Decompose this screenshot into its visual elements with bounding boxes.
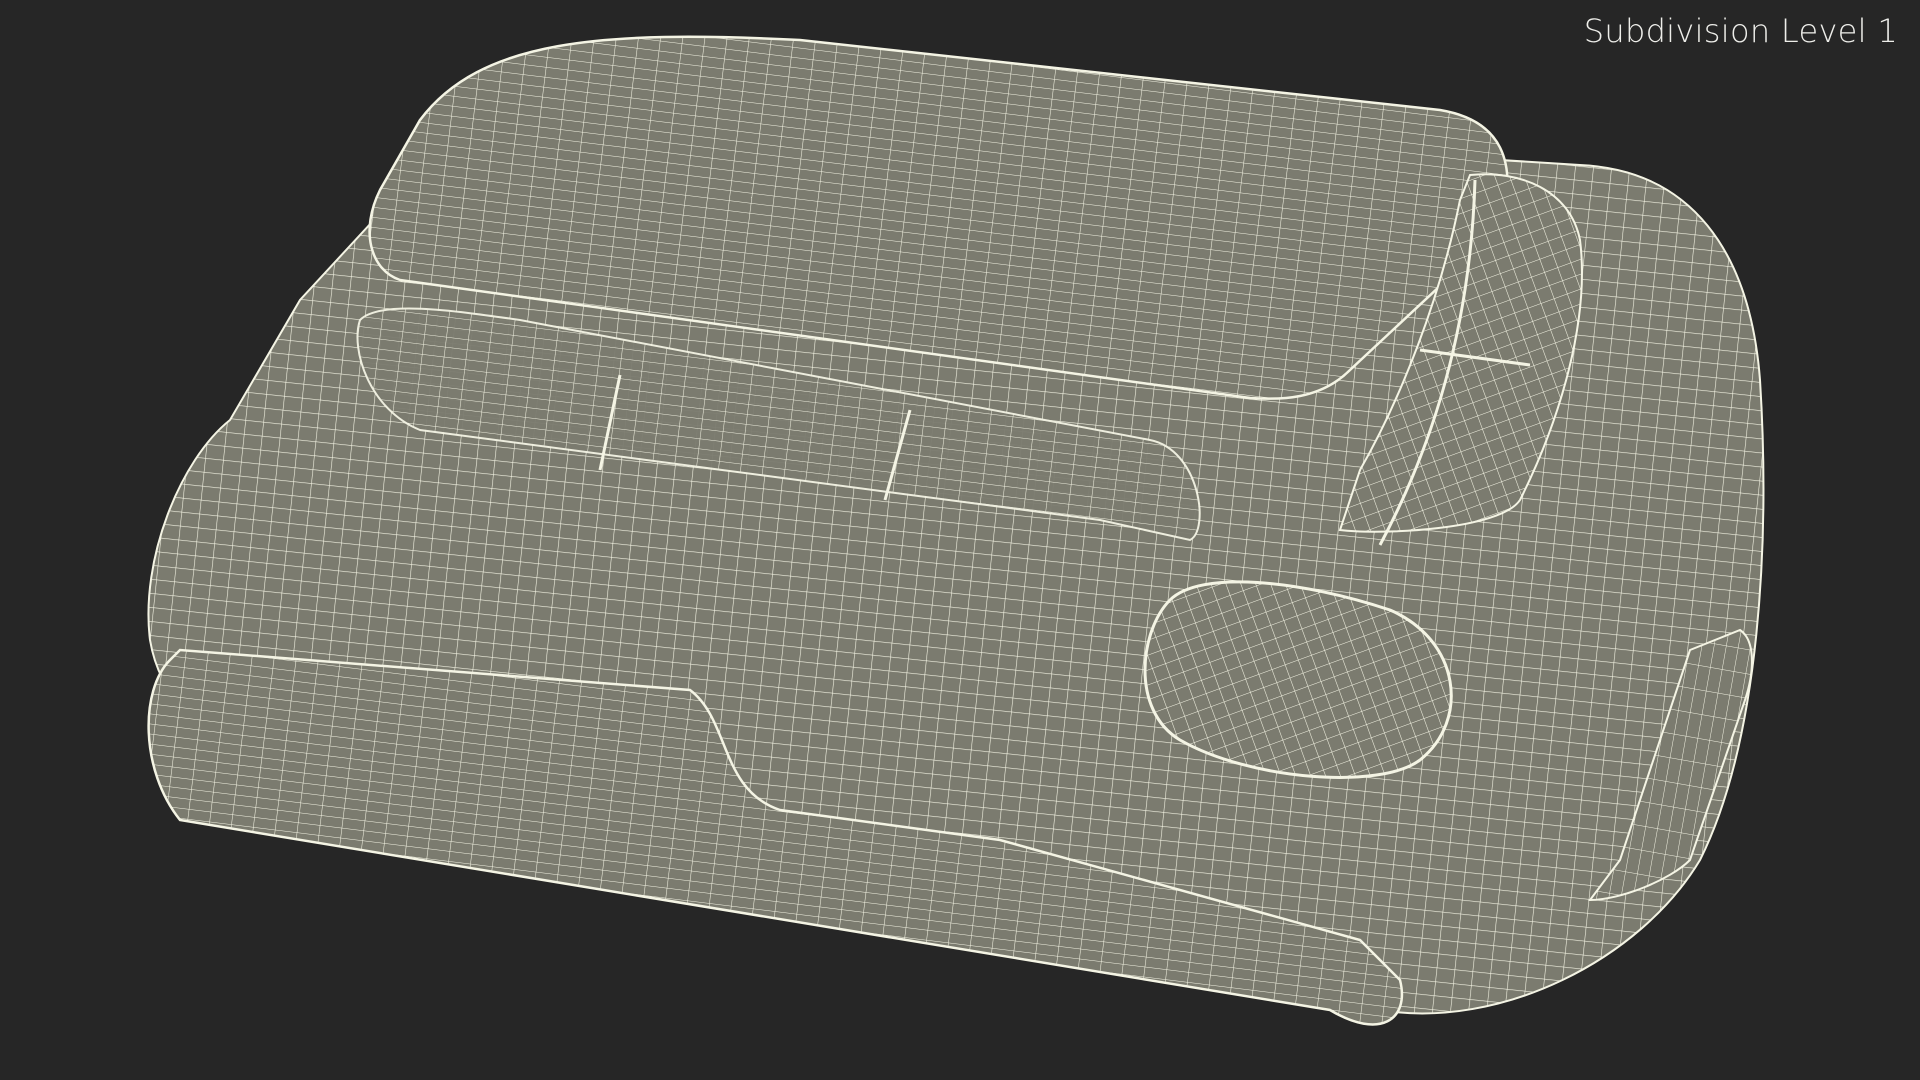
wireframe-model bbox=[147, 35, 1765, 1026]
subdivision-label: Subdivision Level 1 bbox=[1583, 12, 1898, 50]
render-viewport: Subdivision Level 1 bbox=[0, 0, 1920, 1080]
